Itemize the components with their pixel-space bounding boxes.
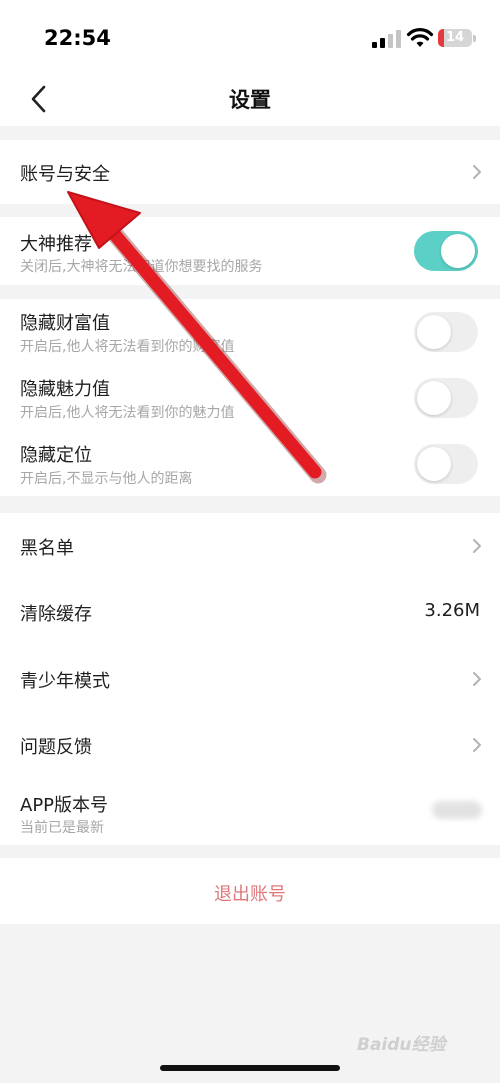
account-security-label: 账号与安全 xyxy=(20,164,110,185)
blacklist-label: 黑名单 xyxy=(20,538,74,559)
youth-mode-label: 青少年模式 xyxy=(20,671,110,692)
recommend-row: 大神推荐 关闭后,大神将无法知道你想要找的服务 xyxy=(0,217,500,285)
privacy-section: 隐藏财富值 开启后,他人将无法看到你的财富值 隐藏魅力值 开启后,他人将无法看到… xyxy=(0,299,500,496)
hide-charm-row: 隐藏魅力值 开启后,他人将无法看到你的魅力值 xyxy=(0,365,500,431)
page-title: 设置 xyxy=(229,88,271,112)
status-time: 22:54 xyxy=(44,26,111,50)
nav-bar: 设置 xyxy=(0,80,500,126)
chevron-right-icon xyxy=(473,672,481,686)
recommend-toggle[interactable] xyxy=(414,231,478,271)
clear-cache-label: 清除缓存 xyxy=(20,604,92,625)
blacklist-row[interactable]: 黑名单 xyxy=(0,513,500,579)
recommend-title: 大神推荐 xyxy=(20,234,92,255)
app-version-label: APP版本号 xyxy=(20,795,109,816)
recommend-section: 大神推荐 关闭后,大神将无法知道你想要找的服务 xyxy=(0,217,500,285)
hide-location-toggle[interactable] xyxy=(414,444,478,484)
hide-wealth-row: 隐藏财富值 开启后,他人将无法看到你的财富值 xyxy=(0,299,500,365)
feedback-label: 问题反馈 xyxy=(20,737,92,758)
logout-section: 退出账号 xyxy=(0,858,500,924)
battery-level: 14 xyxy=(445,30,465,45)
hide-location-row: 隐藏定位 开启后,不显示与他人的距离 xyxy=(0,431,500,497)
hide-charm-toggle[interactable] xyxy=(414,378,478,418)
hide-location-desc: 开启后,不显示与他人的距离 xyxy=(20,471,193,487)
chevron-right-icon xyxy=(473,165,481,179)
home-indicator[interactable] xyxy=(160,1065,340,1071)
hide-wealth-desc: 开启后,他人将无法看到你的财富值 xyxy=(20,339,235,355)
hide-wealth-title: 隐藏财富值 xyxy=(20,313,110,334)
cache-size-value: 3.26M xyxy=(424,600,480,621)
battery-tip xyxy=(473,35,476,42)
hide-charm-desc: 开启后,他人将无法看到你的魅力值 xyxy=(20,405,235,421)
logout-button[interactable]: 退出账号 xyxy=(0,880,500,906)
account-security-row[interactable]: 账号与安全 xyxy=(0,140,500,204)
youth-mode-row[interactable]: 青少年模式 xyxy=(0,645,500,711)
chevron-right-icon xyxy=(473,738,481,752)
status-bar: 22:54 14 xyxy=(0,0,500,80)
cellular-signal-icon xyxy=(372,30,402,48)
recommend-desc: 关闭后,大神将无法知道你想要找的服务 xyxy=(20,259,263,275)
version-number-blurred xyxy=(432,801,482,819)
version-status: 当前已是最新 xyxy=(20,820,104,836)
account-section: 账号与安全 xyxy=(0,140,500,204)
hide-wealth-toggle[interactable] xyxy=(414,312,478,352)
clear-cache-row[interactable]: 清除缓存 3.26M xyxy=(0,579,500,645)
hide-charm-title: 隐藏魅力值 xyxy=(20,379,110,400)
baidu-watermark: Baidu经验 xyxy=(357,1035,446,1055)
chevron-right-icon xyxy=(473,539,481,553)
wifi-icon xyxy=(406,28,434,47)
general-section: 黑名单 清除缓存 3.26M 青少年模式 问题反馈 APP版本号 当前已是最新 xyxy=(0,513,500,845)
battery-icon: 14 xyxy=(438,29,472,47)
hide-location-title: 隐藏定位 xyxy=(20,445,92,466)
feedback-row[interactable]: 问题反馈 xyxy=(0,711,500,777)
app-version-row: APP版本号 当前已是最新 xyxy=(0,777,500,845)
